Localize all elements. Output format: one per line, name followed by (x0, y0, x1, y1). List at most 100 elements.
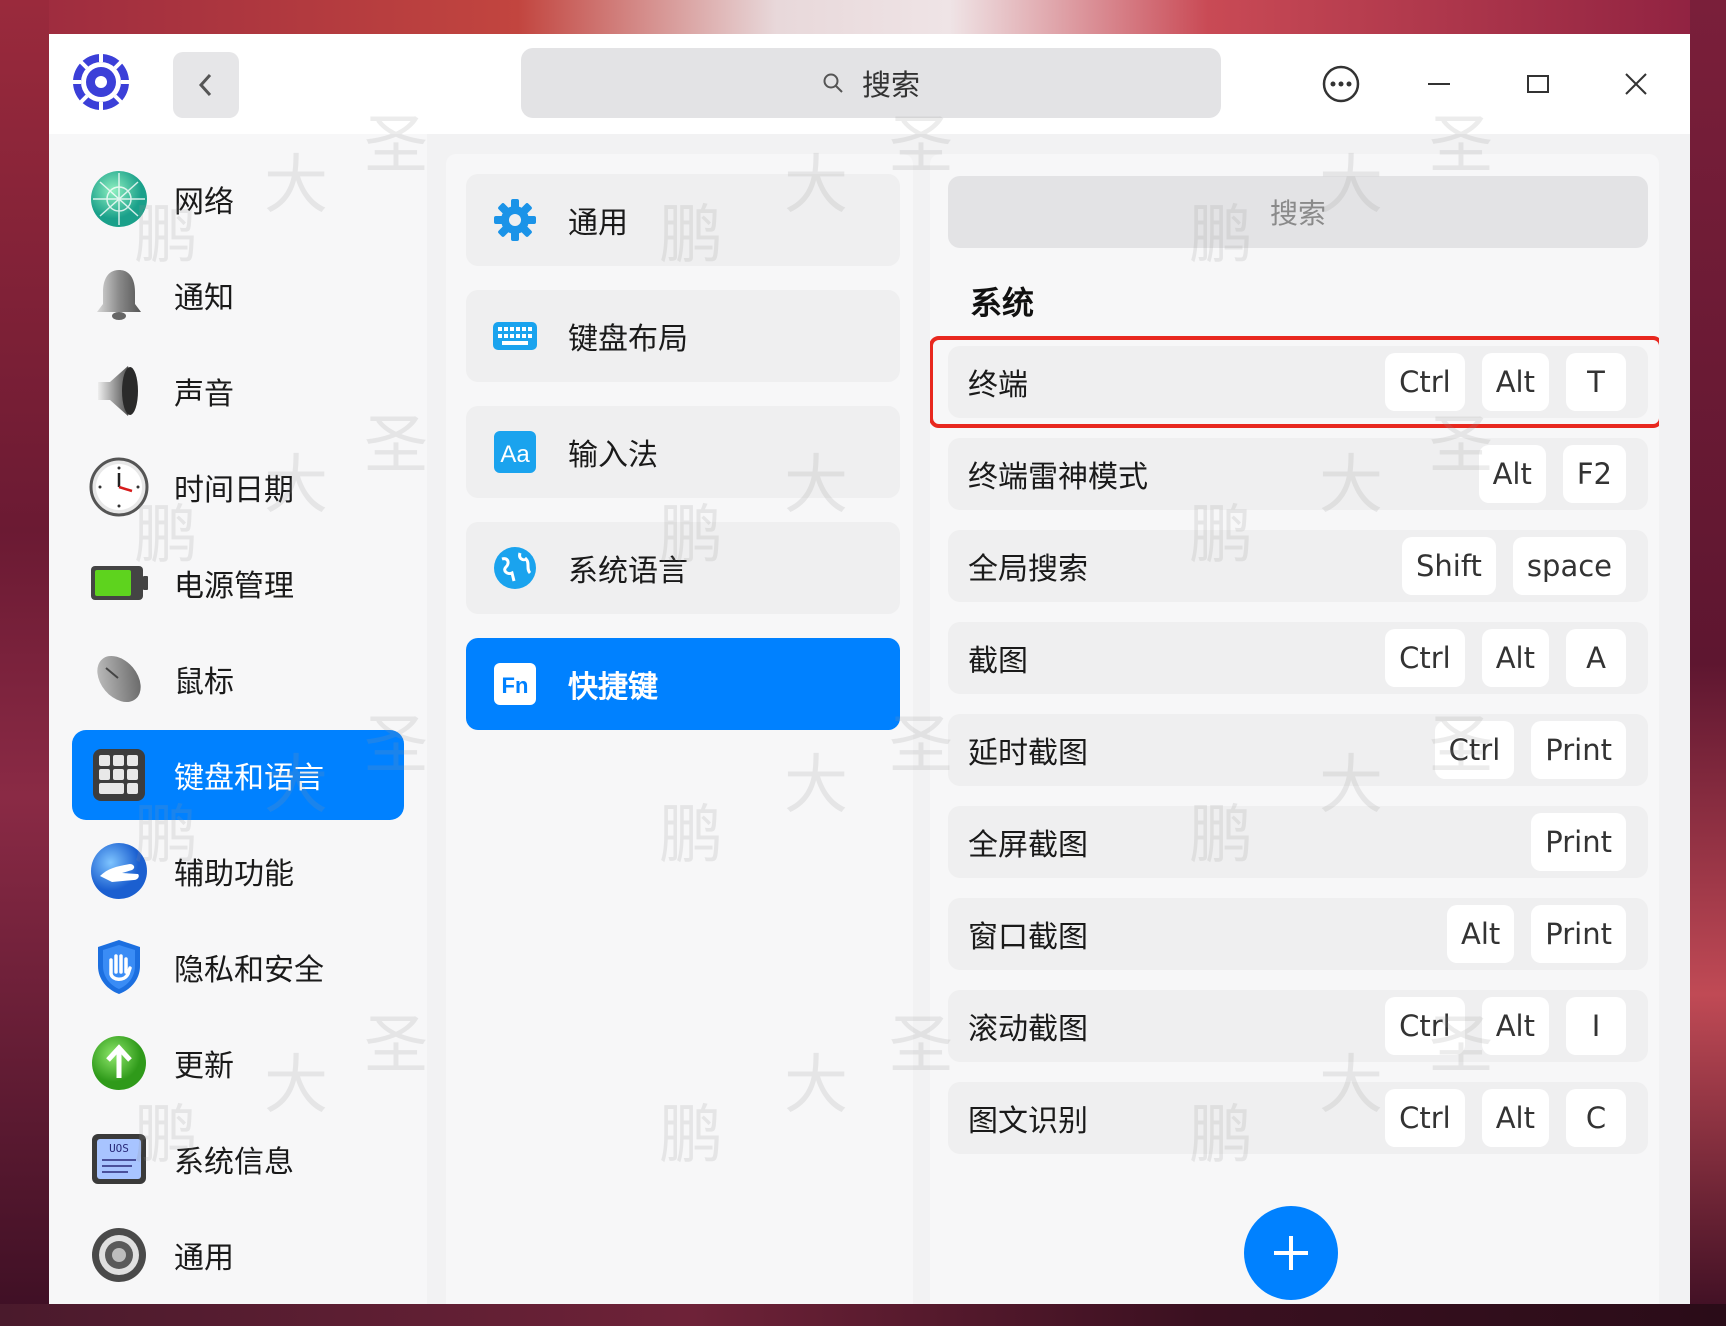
menu-item-label: 键盘布局 (568, 322, 688, 357)
network-icon (91, 171, 147, 227)
shortcut-row[interactable]: 图文识别 Ctrl Alt C (948, 1082, 1648, 1154)
key-cap: A (1566, 629, 1626, 687)
speaker-icon (98, 366, 138, 416)
maximize-button[interactable] (1510, 56, 1566, 112)
shortcut-keys[interactable]: Ctrl Print (1434, 721, 1626, 779)
more-options-button[interactable] (1313, 56, 1369, 112)
shortcut-keys[interactable]: Alt F2 (1478, 445, 1626, 503)
sidebar-item-accessibility[interactable]: 辅助功能 (72, 826, 404, 916)
close-button[interactable] (1608, 56, 1664, 112)
sidebar-item-network[interactable]: 网络 (72, 154, 404, 244)
key-cap: Alt (1481, 997, 1549, 1055)
shortcut-row[interactable]: 全局搜索 Shift space (948, 530, 1648, 602)
sidebar-item-general[interactable]: 通用 (72, 1210, 404, 1300)
key-cap: I (1566, 997, 1626, 1055)
menu-item-label: 通用 (568, 206, 628, 241)
menu-item-label: 输入法 (568, 438, 658, 473)
menu-item-keyboard-layout[interactable]: 键盘布局 (466, 290, 900, 382)
mouse-icon (97, 655, 141, 703)
svg-text:UOS: UOS (109, 1142, 129, 1155)
key-cap: Alt (1447, 905, 1515, 963)
shortcut-name: 终端雷神模式 (968, 460, 1148, 495)
key-cap: Shift (1402, 537, 1496, 595)
desktop-wallpaper-left (0, 0, 49, 1326)
titlebar: 搜索 (49, 34, 1690, 134)
shortcut-search-input[interactable]: 搜索 (948, 176, 1648, 248)
search-placeholder: 搜索 (861, 68, 920, 102)
shortcut-name: 全屏截图 (968, 828, 1088, 863)
key-cap: Print (1531, 721, 1626, 779)
sidebar-item-update[interactable]: 更新 (72, 1018, 404, 1108)
key-cap: C (1566, 1089, 1626, 1147)
key-cap: Ctrl (1385, 629, 1465, 687)
accessibility-icon (91, 843, 147, 899)
sidebar-item-privacy-security[interactable]: 隐私和安全 (72, 922, 404, 1012)
chevron-left-icon (198, 73, 212, 97)
clock-icon (89, 457, 149, 517)
globe-icon (494, 547, 536, 589)
sidebar-item-label: 时间日期 (174, 473, 294, 508)
key-cap: Alt (1481, 1089, 1549, 1147)
more-icon (1322, 65, 1360, 103)
key-cap: Ctrl (1385, 1089, 1465, 1147)
menu-item-shortcuts[interactable]: Fn 快捷键 (466, 638, 900, 730)
sidebar-item-mouse[interactable]: 鼠标 (72, 634, 404, 724)
shortcut-keys[interactable]: Alt Print (1447, 905, 1626, 963)
shortcut-name: 延时截图 (968, 736, 1088, 771)
key-cap: Print (1531, 905, 1626, 963)
sidebar-item-system-info[interactable]: UOS 系统信息 (72, 1114, 404, 1204)
shortcut-name: 滚动截图 (968, 1012, 1088, 1047)
shortcut-row[interactable]: 窗口截图 Alt Print (948, 898, 1648, 970)
menu-item-general[interactable]: 通用 (466, 174, 900, 266)
key-cap: F2 (1562, 445, 1626, 503)
shortcut-keys[interactable]: Ctrl Alt C (1385, 1089, 1626, 1147)
sidebar-item-sound[interactable]: 声音 (72, 346, 404, 436)
input-method-icon: Aa (494, 431, 536, 473)
shortcut-keys[interactable]: Print (1531, 813, 1626, 871)
sidebar-item-keyboard-language[interactable]: 键盘和语言 (72, 730, 404, 820)
shortcut-keys[interactable]: Shift space (1402, 537, 1626, 595)
sidebar-item-label: 网络 (174, 185, 234, 220)
shortcut-keys[interactable]: Ctrl Alt I (1385, 997, 1626, 1055)
shortcut-name: 图文识别 (968, 1104, 1088, 1139)
sidebar-item-label: 更新 (174, 1049, 234, 1084)
sidebar-item-label: 声音 (174, 377, 234, 412)
shortcut-row[interactable]: 延时截图 Ctrl Print (948, 714, 1648, 786)
sidebar-item-datetime[interactable]: 时间日期 (72, 442, 404, 532)
shortcut-row[interactable]: 截图 Ctrl Alt A (948, 622, 1648, 694)
sidebar-item-notification[interactable]: 通知 (72, 250, 404, 340)
svg-text:Aa: Aa (500, 441, 530, 468)
shortcut-keys[interactable]: Ctrl Alt A (1385, 629, 1626, 687)
sidebar: 网络 通知 声音 时间日期 电源管理 鼠标 键盘和语言 辅助功能 隐私和安全 更… (49, 134, 427, 1304)
shortcut-row[interactable]: 终端雷神模式 Alt F2 (948, 438, 1648, 510)
back-button[interactable] (173, 52, 239, 118)
sidebar-item-label: 通知 (174, 281, 234, 316)
system-info-icon: UOS (92, 1134, 146, 1184)
menu-item-system-language[interactable]: 系统语言 (466, 522, 900, 614)
sidebar-item-label: 通用 (174, 1241, 234, 1276)
desktop-wallpaper-bottom (0, 1304, 1726, 1326)
sidebar-item-label: 系统信息 (174, 1145, 294, 1180)
menu-item-input-method[interactable]: Aa 输入法 (466, 406, 900, 498)
shortcut-row[interactable]: 全屏截图 Print (948, 806, 1648, 878)
update-arrow-icon (92, 1036, 146, 1090)
control-center-window: 搜索 网络 通知 声音 时间日期 电源管理 鼠标 键盘和语言 辅助功能 隐私和安… (49, 34, 1690, 1304)
key-cap: Ctrl (1385, 997, 1465, 1055)
key-cap: Alt (1481, 629, 1549, 687)
shortcut-name: 窗口截图 (968, 920, 1088, 955)
sidebar-item-power[interactable]: 电源管理 (72, 538, 404, 628)
shortcut-name: 截图 (968, 644, 1028, 679)
sidebar-item-label: 辅助功能 (174, 857, 294, 892)
close-icon (1625, 73, 1647, 95)
control-center-logo-icon (71, 52, 131, 112)
add-shortcut-button[interactable] (1244, 1206, 1338, 1300)
sidebar-item-label: 电源管理 (174, 569, 294, 604)
keyboard-icon (93, 749, 145, 801)
keyboard-layout-icon (493, 322, 537, 350)
shortcut-name: 全局搜索 (968, 552, 1088, 587)
shortcut-row[interactable]: 滚动截图 Ctrl Alt I (948, 990, 1648, 1062)
minimize-button[interactable] (1411, 56, 1467, 112)
gear-icon (494, 199, 536, 241)
search-input[interactable]: 搜索 (521, 48, 1221, 118)
general-gear-icon (92, 1228, 146, 1282)
